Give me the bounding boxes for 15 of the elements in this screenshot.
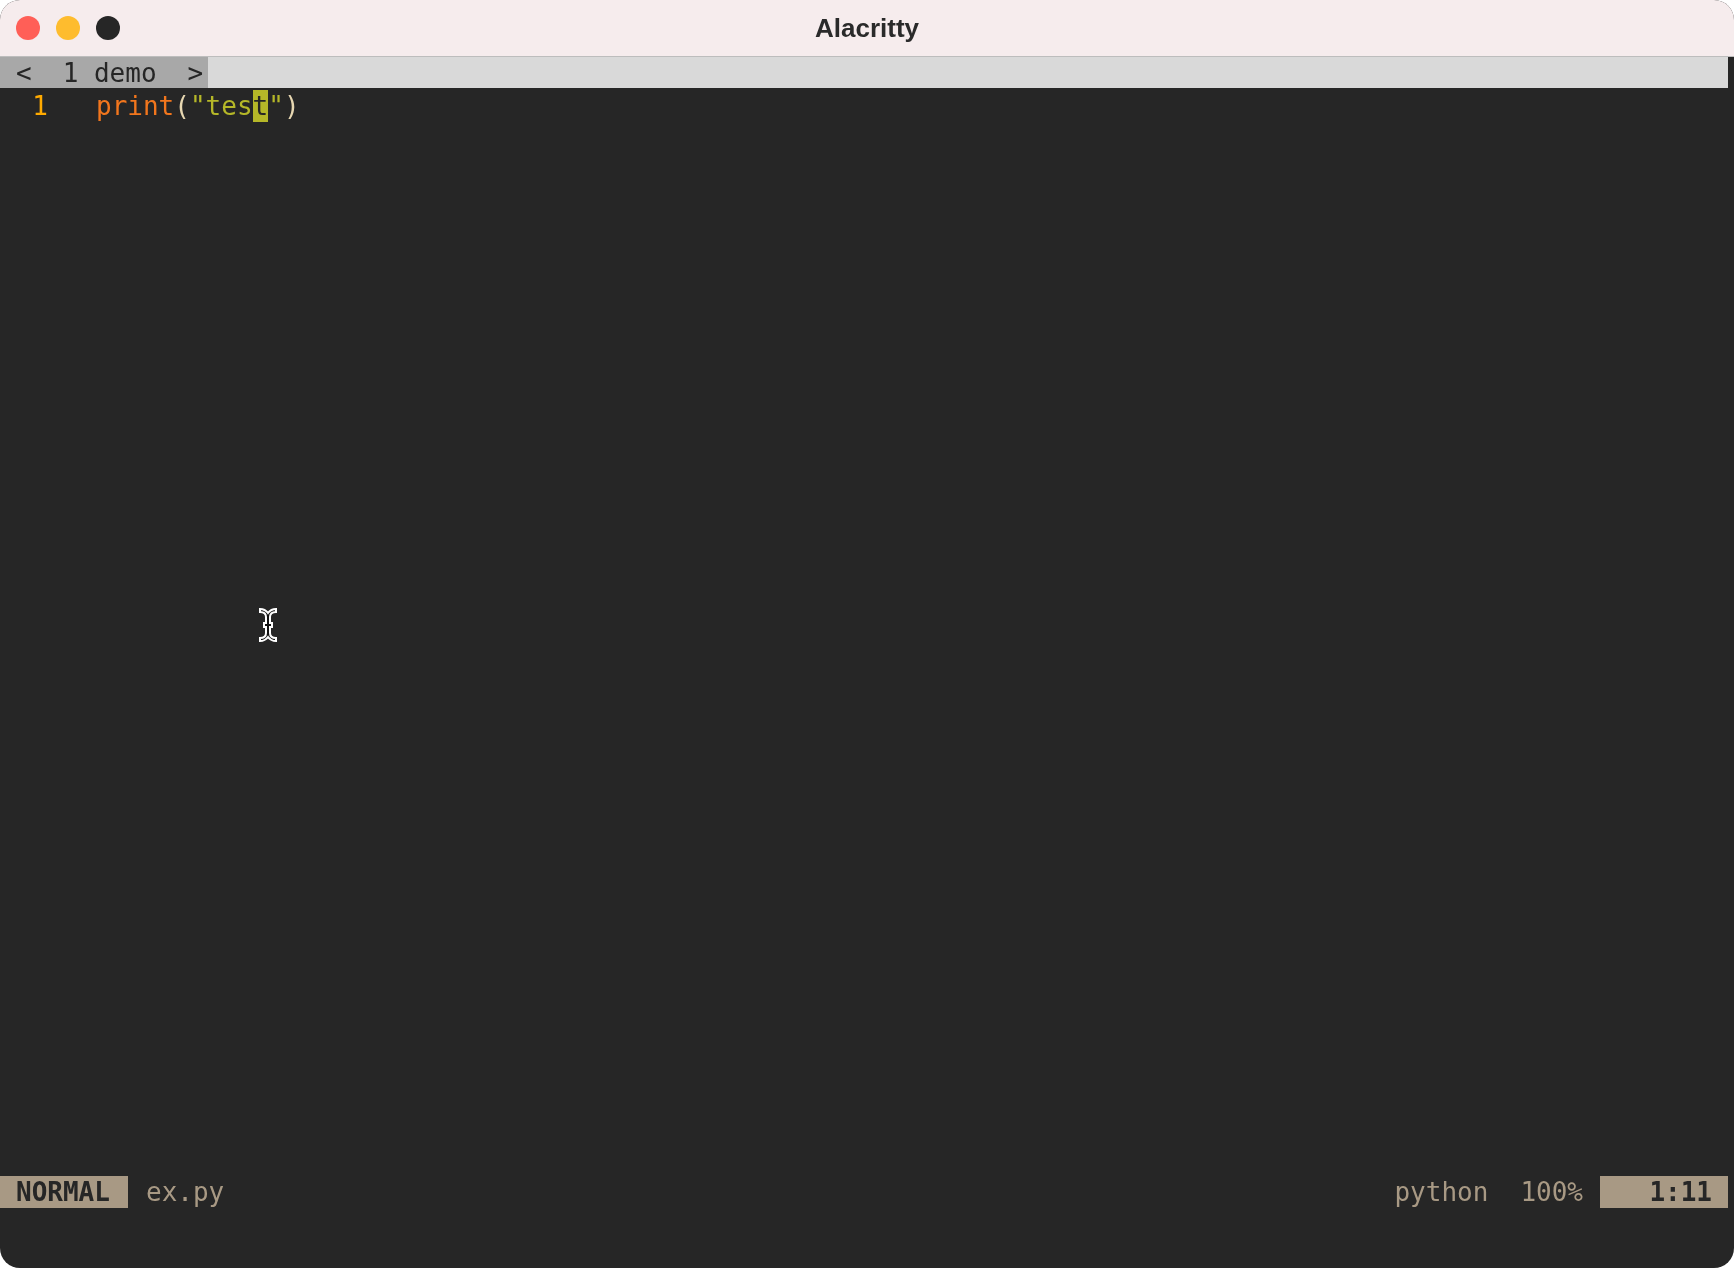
cursor-position: 1:11: [1600, 1176, 1728, 1208]
text-cursor-icon: [257, 606, 279, 644]
mode-indicator: NORMAL: [0, 1176, 128, 1208]
scroll-percent: 100%: [1520, 1176, 1583, 1208]
next-tab-arrow[interactable]: >: [187, 59, 204, 86]
tab[interactable]: 1 demo: [62, 59, 157, 86]
file-name: ex.py: [146, 1176, 225, 1208]
close-button[interactable]: [16, 16, 40, 40]
previous-tab-arrow[interactable]: <: [16, 59, 32, 86]
code-line: print("test"): [96, 90, 300, 122]
window-title: Alacritty: [814, 12, 919, 44]
line-number: 1: [31, 90, 48, 122]
zoom-button[interactable]: [96, 16, 120, 40]
minimize-button[interactable]: [56, 16, 80, 40]
file-type: python: [1394, 1176, 1489, 1208]
